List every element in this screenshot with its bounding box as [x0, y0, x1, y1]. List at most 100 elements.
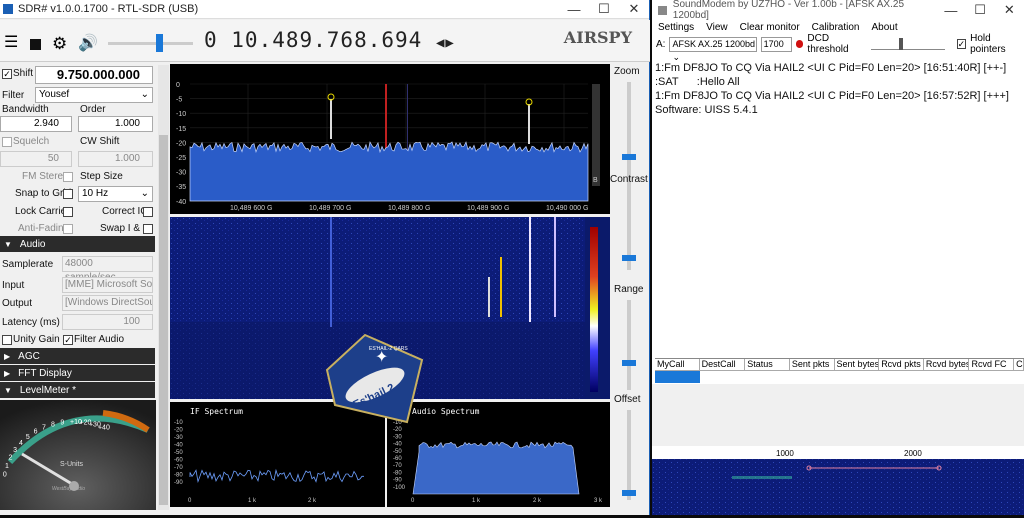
y-tick-label: -5	[176, 97, 182, 104]
maximize-icon[interactable]: ☐	[965, 1, 994, 20]
y-tick-label: -40	[176, 199, 186, 206]
correct-iq-checkbox[interactable]	[143, 207, 153, 217]
s-units-label: S-Units	[60, 461, 83, 468]
menu-settings[interactable]: Settings	[658, 22, 694, 33]
filter-select[interactable]: Yousef ⌄	[35, 87, 153, 103]
hold-pointers-label: Hold pointers	[970, 33, 1006, 55]
menu-calibration[interactable]: Calibration	[812, 22, 860, 33]
bandwidth-input[interactable]: 2.940	[0, 116, 72, 132]
shift-checkbox[interactable]: ✓	[2, 69, 12, 79]
table-row[interactable]	[655, 371, 700, 383]
app-icon	[3, 4, 13, 14]
y-tick-label: -60	[174, 458, 183, 464]
meter-scale-label: 9	[60, 420, 64, 427]
lock-carrier-checkbox[interactable]	[63, 207, 73, 217]
x-tick-label: 10,489 600 G	[230, 205, 272, 212]
spectrum-analyzer[interactable]: 0 -5 -10 -15 -20 -25 -30 -35 -40 10,489 600 G 10,…	[170, 64, 610, 214]
meter-scale-label: 0	[3, 471, 7, 478]
output-device-select[interactable]: [Windows DirectSoun	[62, 295, 153, 311]
x-tick-label: 10,489 700 G	[309, 205, 351, 212]
column-header[interactable]: C	[1014, 359, 1024, 371]
unity-gain-checkbox[interactable]	[2, 335, 12, 345]
column-header[interactable]: DestCall	[699, 359, 746, 371]
order-input[interactable]: 1.000	[78, 116, 153, 132]
color-bar	[590, 227, 598, 392]
zoom-thumb[interactable]	[622, 154, 636, 160]
filter-audio-checkbox[interactable]: ✓	[63, 335, 73, 345]
x-tick-label: 2 k	[308, 498, 317, 504]
gear-icon[interactable]: ⚙	[52, 34, 67, 54]
menu-icon[interactable]: ☰	[4, 35, 18, 51]
latency-input[interactable]: 100	[62, 314, 153, 330]
fm-stereo-checkbox[interactable]	[63, 172, 73, 182]
fft-display-section-header[interactable]: ▶ FFT Display	[0, 365, 155, 381]
wf-tick: 1000	[776, 449, 794, 458]
volume-thumb[interactable]	[156, 34, 163, 52]
freq-arrows-icon[interactable]: ◀▶	[436, 35, 455, 51]
column-header[interactable]: Rcvd pkts	[879, 359, 924, 371]
bandwidth-label: Bandwidth	[2, 104, 49, 115]
cw-shift-label: CW Shift	[80, 136, 120, 147]
chevron-down-icon: ⌄	[140, 188, 149, 199]
shift-input[interactable]: 9.750.000.000	[35, 66, 153, 84]
audio-section-header[interactable]: ▼ Audio	[0, 236, 155, 252]
mode-select[interactable]: AFSK AX.25 1200bd ⌄	[669, 36, 757, 62]
range-thumb[interactable]	[622, 360, 636, 366]
samplerate-select[interactable]: 48000 sample/sec	[62, 256, 153, 283]
minimize-icon[interactable]: —	[559, 0, 589, 19]
anti-fading-checkbox[interactable]	[63, 224, 73, 234]
y-tick-label: -20	[176, 140, 186, 147]
menu-clear-monitor[interactable]: Clear monitor	[740, 22, 800, 33]
sdr-title-bar: SDR# v1.0.0.1700 - RTL-SDR (USB) — ☐ ✕	[0, 0, 649, 19]
hold-pointers-checkbox[interactable]: ✓	[956, 39, 967, 49]
meter-brand: WestBayRadio	[52, 486, 85, 492]
squelch-label: Squelch	[13, 136, 50, 147]
speaker-icon[interactable]: 🔊	[78, 33, 98, 53]
frequency-display[interactable]: 0 10.489.768.694 ◀▶	[204, 28, 455, 52]
menu-about[interactable]: About	[871, 22, 897, 33]
column-header[interactable]: Sent pkts	[789, 359, 835, 371]
lock-carrier-label: Lock Carrier	[15, 206, 70, 217]
y-tick-label: -60	[393, 456, 402, 462]
column-header[interactable]: Rcvd FC	[969, 359, 1015, 371]
minimize-icon[interactable]: —	[936, 1, 965, 20]
column-header[interactable]: MyCall	[655, 359, 700, 371]
y-tick-label: -30	[174, 435, 183, 441]
menu-view[interactable]: View	[706, 22, 728, 33]
snap-to-grid-checkbox[interactable]	[63, 189, 73, 199]
column-header[interactable]: Sent bytes	[834, 359, 880, 371]
volume-slider[interactable]	[108, 42, 193, 45]
agc-section-header[interactable]: ▶ AGC	[0, 348, 155, 364]
stop-icon[interactable]	[30, 39, 41, 50]
input-device-select[interactable]: [MME] Microsoft Soun	[62, 277, 153, 293]
close-icon[interactable]: ✕	[619, 0, 649, 19]
cw-shift-input[interactable]: 1.000	[78, 151, 153, 167]
column-header[interactable]: Status	[745, 359, 790, 371]
levelmeter-section-header[interactable]: ▼ LevelMeter *	[0, 382, 155, 398]
monitor-output[interactable]: 1:Fm DF8JO To CQ Via HAIL2 <UI C Pid=F0 …	[655, 61, 1021, 354]
signal-peak	[330, 99, 332, 139]
contrast-thumb[interactable]	[622, 255, 636, 261]
fm-stereo-label: FM Stereo	[22, 171, 69, 182]
y-tick-label: -100	[393, 485, 406, 491]
maximize-icon[interactable]: ☐	[589, 0, 619, 19]
dcd-threshold-slider[interactable]	[871, 38, 945, 50]
y-tick-label: -90	[174, 480, 183, 486]
soundmodem-waterfall[interactable]: 1000 2000	[652, 446, 1024, 515]
squelch-input[interactable]: 50	[0, 151, 72, 167]
close-icon[interactable]: ✕	[995, 1, 1024, 20]
step-size-select[interactable]: 10 Hz ⌄	[78, 186, 153, 202]
freq-spin[interactable]: 1700	[760, 36, 793, 52]
panel-scrollbar[interactable]	[158, 65, 169, 510]
stations-table: MyCall DestCall Status Sent pkts Sent bytes R…	[655, 358, 1024, 383]
y-tick-label: -35	[176, 184, 186, 191]
offset-slider[interactable]	[627, 410, 631, 500]
column-header[interactable]: Rcvd bytes	[923, 359, 970, 371]
x-tick-label: 2 k	[533, 498, 542, 504]
scrollbar-thumb[interactable]	[159, 135, 168, 505]
squelch-checkbox[interactable]	[2, 137, 12, 147]
range-slider[interactable]	[627, 300, 631, 390]
offset-thumb[interactable]	[622, 490, 636, 496]
meter-scale-label: 5	[26, 434, 30, 441]
swap-iq-checkbox[interactable]	[143, 224, 153, 234]
